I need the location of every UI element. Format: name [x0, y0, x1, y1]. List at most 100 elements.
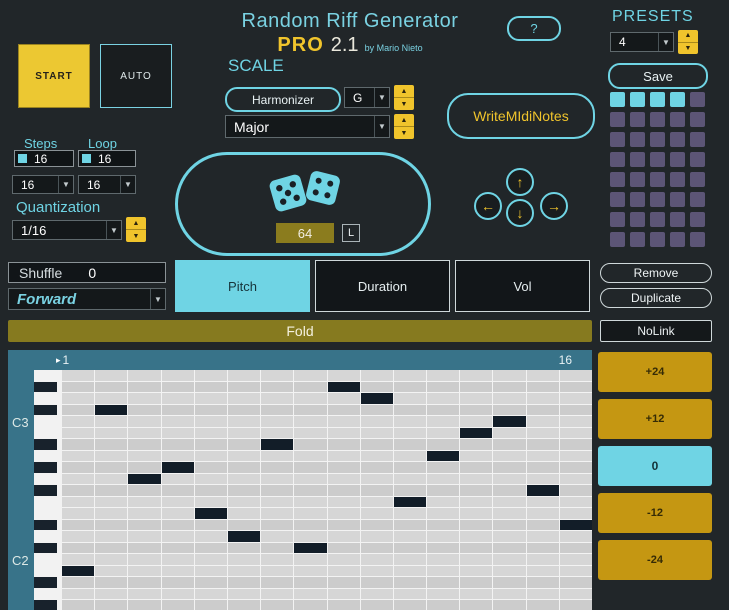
grid-cell[interactable] [227, 600, 261, 610]
help-button[interactable]: ? [507, 16, 561, 41]
grid-cell[interactable] [128, 427, 161, 438]
grid-cell[interactable] [393, 531, 427, 542]
grid-cell[interactable] [559, 554, 592, 565]
grid-cell[interactable] [62, 427, 95, 438]
grid-cell[interactable] [95, 473, 128, 484]
grid-cell[interactable] [360, 485, 393, 496]
preset-slot[interactable] [670, 152, 685, 167]
grid-cell[interactable] [294, 404, 327, 415]
grid-cell[interactable] [427, 496, 460, 507]
grid-cell[interactable] [227, 450, 261, 461]
grid-cell[interactable] [261, 588, 294, 599]
preset-slot[interactable] [630, 92, 645, 107]
scale-root-spinner[interactable]: ▲ ▼ [394, 85, 414, 110]
grid-cell[interactable] [62, 462, 95, 473]
transpose-plus24-button[interactable]: +24 [598, 352, 712, 392]
quantization-spinner[interactable]: ▲ ▼ [126, 217, 146, 242]
grid-cell[interactable] [360, 588, 393, 599]
grid-cell[interactable] [227, 439, 261, 450]
grid-cell[interactable] [360, 404, 393, 415]
grid-cell[interactable] [95, 519, 128, 530]
grid-cell[interactable] [526, 600, 559, 610]
grid-cell[interactable] [294, 381, 327, 392]
grid-cell[interactable] [493, 531, 526, 542]
grid-cell[interactable] [526, 370, 559, 381]
grid-cell[interactable] [128, 416, 161, 427]
grid-cell[interactable] [161, 381, 194, 392]
quantization-select[interactable]: 1/16 ▼ [12, 220, 122, 240]
grid-cell[interactable] [62, 542, 95, 553]
grid-cell[interactable] [360, 427, 393, 438]
grid-cell[interactable] [95, 508, 128, 519]
grid-cell[interactable] [128, 404, 161, 415]
grid-cell[interactable] [161, 370, 194, 381]
steps-numbox[interactable]: 16 [14, 150, 74, 167]
spinner-up-icon[interactable]: ▲ [394, 114, 414, 127]
grid-cell[interactable] [95, 381, 128, 392]
grid-cell[interactable] [128, 370, 161, 381]
grid-cell[interactable] [427, 393, 460, 404]
grid-cell[interactable] [427, 439, 460, 450]
grid-cell[interactable] [460, 588, 493, 599]
grid-cell[interactable] [227, 416, 261, 427]
note-cell[interactable] [559, 519, 592, 530]
grid-cell[interactable] [95, 427, 128, 438]
preset-slot[interactable] [690, 192, 705, 207]
grid-cell[interactable] [227, 381, 261, 392]
grid-cell[interactable] [393, 485, 427, 496]
arrow-left-button[interactable]: ← [474, 192, 502, 220]
grid-cell[interactable] [493, 462, 526, 473]
note-cell[interactable] [261, 439, 294, 450]
grid-cell[interactable] [261, 565, 294, 576]
note-cell[interactable] [294, 542, 327, 553]
grid-cell[interactable] [460, 496, 493, 507]
grid-cell[interactable] [95, 462, 128, 473]
preset-slot[interactable] [690, 232, 705, 247]
grid-cell[interactable] [526, 496, 559, 507]
grid-cell[interactable] [161, 542, 194, 553]
grid-cell[interactable] [95, 542, 128, 553]
direction-select[interactable]: Forward ▼ [8, 288, 166, 310]
grid-cell[interactable] [393, 554, 427, 565]
grid-cell[interactable] [194, 496, 227, 507]
grid-cell[interactable] [460, 542, 493, 553]
grid-cell[interactable] [294, 473, 327, 484]
grid-cell[interactable] [460, 565, 493, 576]
arrow-right-button[interactable]: → [540, 192, 568, 220]
grid-cell[interactable] [559, 473, 592, 484]
preset-slot[interactable] [610, 212, 625, 227]
preset-slot[interactable] [650, 152, 665, 167]
grid-cell[interactable] [95, 496, 128, 507]
grid-cell[interactable] [460, 381, 493, 392]
grid-cell[interactable] [393, 450, 427, 461]
grid-cell[interactable] [95, 439, 128, 450]
grid-cell[interactable] [559, 588, 592, 599]
loop-start-marker-icon[interactable]: ▸ [56, 355, 61, 366]
grid-cell[interactable] [427, 427, 460, 438]
grid-cell[interactable] [95, 370, 128, 381]
grid-cell[interactable] [493, 600, 526, 610]
note-cell[interactable] [62, 565, 95, 576]
grid-cell[interactable] [161, 565, 194, 576]
grid-cell[interactable] [95, 393, 128, 404]
preset-slot[interactable] [670, 172, 685, 187]
preset-slot[interactable] [650, 92, 665, 107]
arrow-up-button[interactable]: ↑ [506, 168, 534, 196]
grid-cell[interactable] [360, 473, 393, 484]
grid-cell[interactable] [460, 370, 493, 381]
grid-cell[interactable] [161, 531, 194, 542]
grid-cell[interactable] [559, 485, 592, 496]
grid-cell[interactable] [393, 404, 427, 415]
grid-cell[interactable] [460, 508, 493, 519]
note-cell[interactable] [526, 485, 559, 496]
grid-cell[interactable] [393, 577, 427, 588]
grid-cell[interactable] [427, 565, 460, 576]
grid-cell[interactable] [161, 450, 194, 461]
grid-cell[interactable] [493, 427, 526, 438]
grid-cell[interactable] [261, 485, 294, 496]
grid-cell[interactable] [161, 473, 194, 484]
preset-slot[interactable] [670, 112, 685, 127]
grid-cell[interactable] [526, 588, 559, 599]
grid-cell[interactable] [526, 508, 559, 519]
grid-cell[interactable] [194, 381, 227, 392]
